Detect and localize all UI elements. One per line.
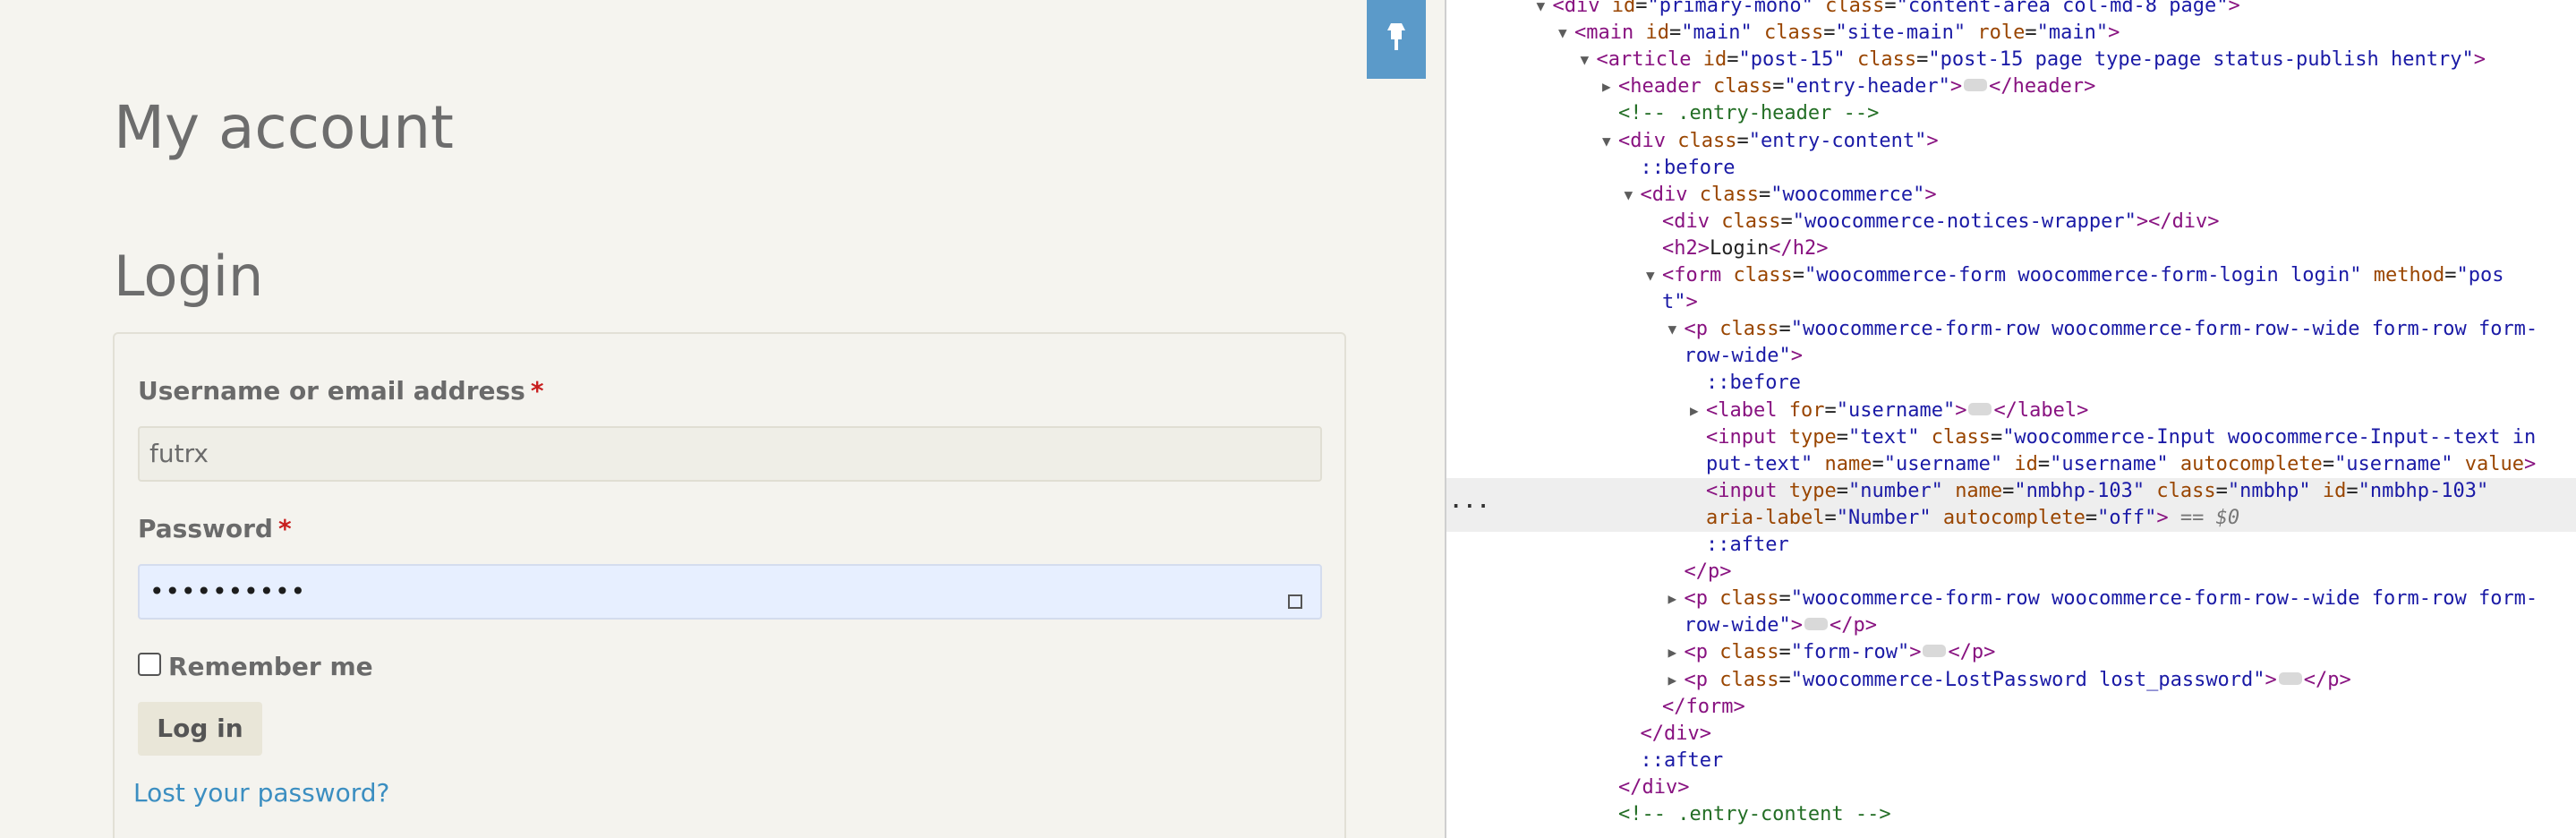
dom-node-markup: <!-- .entry-header --> [1618,102,1880,125]
dom-node-markup: <form class="woocommerce-form woocommerc… [1662,264,2504,286]
dom-node-markup: <main id="main" class="site-main" role="… [1574,21,2120,45]
dom-node[interactable]: ▼ <main id="main" class="site-main" role=… [1446,20,2576,47]
dom-node-selected[interactable]: <input type="number" name="nmbhp-103" cl… [1446,477,2576,505]
dom-node-markup: row-wide"> </p> [1684,614,1877,637]
show-password-toggle[interactable] [1288,594,1302,609]
collapse-triangle-icon[interactable]: ▼ [1602,128,1611,155]
dom-node-markup: <label for="username"> </label> [1706,398,2089,422]
required-mark: * [530,376,544,406]
dom-node[interactable]: </div> [1446,721,2576,748]
lost-password-link[interactable]: Lost your password? [133,775,389,811]
dom-node[interactable]: ▶ <p class="woocommerce-form-row woocomme… [1446,586,2576,612]
login-heading: Login [114,244,264,309]
dom-node[interactable]: row-wide"> </p> [1446,612,2576,639]
dom-node[interactable]: ▼ <article id="post-15" class="post-15 pa… [1446,47,2576,73]
page-title: My account [114,93,454,162]
dom-node-markup: t"> [1662,291,1698,314]
dom-node[interactable]: ::after [1446,748,2576,774]
dom-node-markup: <div class="entry-content"> [1618,129,1939,152]
dom-node-markup: <article id="post-15" class="post-15 pag… [1596,48,2486,72]
dom-node-markup: </div> [1640,722,1711,745]
dom-node[interactable]: ▶ <header class="entry-header"> </header> [1446,73,2576,100]
dom-node-markup: ::before [1706,372,1801,395]
dom-node[interactable]: ::after [1446,532,2576,559]
dom-node-markup: <header class="entry-header"> </header> [1618,75,2096,98]
remember-me-label[interactable]: Remember me [168,649,373,685]
dom-node[interactable]: <div class="woocommerce-notices-wrapper"… [1446,209,2576,235]
dom-node-markup: ::after [1640,748,1724,772]
dom-node-markup: </div> [1618,775,1690,799]
dom-node[interactable]: ▶ <p class="form-row"> </p> [1446,639,2576,666]
dom-node-markup: <input type="text" class="woocommerce-In… [1706,425,2537,449]
login-button[interactable]: Log in [138,702,262,756]
dom-node[interactable]: <h2>Login</h2> [1446,235,2576,262]
devtools-elements-panel: ▼ <div id="primary-mono" class="content-a… [1445,0,2576,838]
dom-node-markup: put-text" name="username" id="username" … [1706,452,2537,475]
dom-node-markup: aria-label="Number" autocomplete="off"> … [1706,506,2240,529]
dom-node[interactable]: ▼ <p class="woocommerce-form-row woocomme… [1446,316,2576,343]
dom-node[interactable]: </p> [1446,559,2576,586]
dom-node-markup: <p class="woocommerce-form-row woocommer… [1684,587,2538,611]
collapse-triangle-icon[interactable]: ▼ [1581,47,1590,73]
remember-me-checkbox[interactable] [138,653,161,676]
expand-triangle-icon[interactable]: ▶ [1668,667,1677,694]
dom-node[interactable]: ▶ <p class="woocommerce-LostPassword lost… [1446,667,2576,694]
dom-node[interactable]: <!-- .entry-content --> [1446,801,2576,828]
dom-node-markup: <h2>Login</h2> [1662,236,1829,260]
dom-node[interactable]: row-wide"> [1446,343,2576,370]
collapse-triangle-icon[interactable]: ▼ [1537,0,1546,20]
dom-node-markup: </form> [1662,695,1745,718]
dom-node-markup: <input type="number" name="nmbhp-103" cl… [1706,479,2489,502]
dom-node-markup: ::after [1706,534,1789,556]
expand-triangle-icon[interactable]: ▶ [1602,73,1611,100]
dom-node[interactable]: ▶ <label for="username"> </label> [1446,398,2576,424]
dom-node[interactable]: put-text" name="username" id="username" … [1446,451,2576,478]
dom-node[interactable]: ▼ <form class="woocommerce-form woocommer… [1446,262,2576,289]
expand-triangle-icon[interactable]: ▶ [1668,586,1677,612]
dom-node[interactable]: ::before [1446,370,2576,397]
dom-node[interactable]: <!-- .entry-header --> [1446,100,2576,127]
dom-node-markup: <div id="primary-mono" class="content-ar… [1552,0,2240,17]
username-label: Username or email address * [138,373,544,409]
dom-node[interactable]: ▼ <div class="woocommerce"> [1446,182,2576,209]
password-value: •••••••••• [149,577,307,606]
expand-triangle-icon[interactable]: ▶ [1668,639,1677,666]
dom-node[interactable]: t"> [1446,289,2576,316]
collapse-triangle-icon[interactable]: ▼ [1558,20,1567,47]
expand-triangle-icon[interactable]: ▶ [1690,398,1699,424]
dom-node-markup: row-wide"> [1684,345,1803,368]
node-actions-ellipsis[interactable]: ... [1450,489,1491,516]
dom-node-markup: <div class="woocommerce"> [1640,183,1937,206]
password-label: Password * [138,511,292,547]
dom-node[interactable]: ::before [1446,155,2576,182]
collapse-triangle-icon[interactable]: ▼ [1668,316,1677,343]
dom-node-selected[interactable]: aria-label="Number" autocomplete="off"> … [1446,504,2576,532]
collapse-triangle-icon[interactable]: ▼ [1646,262,1655,289]
password-input[interactable]: •••••••••• [138,564,1322,620]
collapse-triangle-icon[interactable]: ▼ [1625,182,1633,209]
dom-node-markup: </p> [1684,560,1732,584]
dom-node[interactable]: ▼ <div id="primary-mono" class="content-a… [1446,0,2576,20]
dom-node-markup: <!-- .entry-content --> [1618,803,1891,825]
dom-node[interactable]: </div> [1446,774,2576,801]
dom-node[interactable]: </form> [1446,694,2576,721]
required-mark: * [277,514,292,543]
password-label-text: Password [138,514,273,543]
pin-icon [1387,23,1405,50]
username-input[interactable]: futrx [138,426,1322,482]
dom-node-markup: <p class="woocommerce-LostPassword lost_… [1684,668,2351,691]
dom-node-markup: <p class="woocommerce-form-row woocommer… [1684,318,2538,341]
webpage-viewport: My account Login Username or email addre… [0,0,1445,838]
dom-node[interactable]: ▼ <div class="entry-content"> [1446,128,2576,155]
dom-node-markup: <p class="form-row"> </p> [1684,641,1996,664]
dom-node[interactable]: <input type="text" class="woocommerce-In… [1446,424,2576,451]
username-label-text: Username or email address [138,376,525,406]
feedback-button[interactable] [1367,0,1426,79]
dom-node-markup: <div class="woocommerce-notices-wrapper"… [1662,210,2220,233]
dom-node-markup: ::before [1640,156,1736,179]
